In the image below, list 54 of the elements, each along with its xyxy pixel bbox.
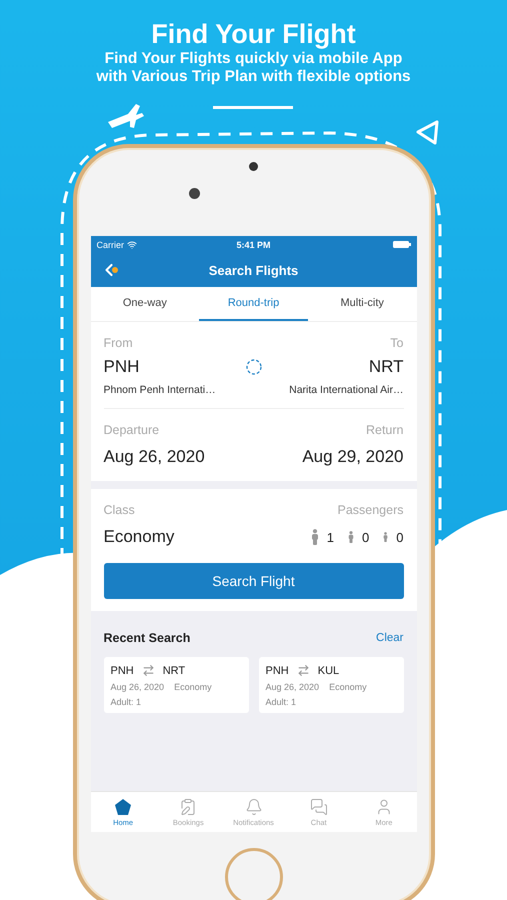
search-class: Economy [174, 682, 212, 692]
origin-code: PNH [110, 664, 134, 676]
search-date: Aug 26, 2020 [110, 682, 164, 692]
destination-code: NRT [162, 664, 186, 676]
promo-subtitle: Find Your Flights quickly via mobile App [104, 50, 402, 68]
search-passengers: Adult: 1 [110, 697, 142, 707]
search-flight-button[interactable]: Search Flight [104, 563, 404, 599]
destination-code: KUL [318, 664, 340, 676]
status-time: 5:41 PM [236, 240, 270, 250]
trip-tab[interactable]: Multi-city [308, 287, 417, 321]
passenger-count[interactable]: 0 [396, 530, 404, 544]
sensor-dot [188, 188, 200, 199]
passengers-label: Passengers [337, 503, 404, 517]
carrier-label: Carrier [96, 240, 124, 250]
passenger-count[interactable]: 1 [326, 530, 334, 544]
promo-title: Find Your Flight [151, 18, 356, 50]
search-class: Economy [329, 682, 367, 692]
return-label: Return [366, 423, 404, 437]
swap-arrows-icon [296, 664, 310, 677]
origin-code: PNH [266, 664, 289, 676]
departure-label: Departure [104, 423, 160, 437]
class-label: Class [104, 503, 135, 517]
chat-icon [310, 798, 328, 816]
camera-dot [249, 162, 258, 171]
from-airport: Phnom Penh Internati… [104, 384, 216, 396]
search-date: Aug 26, 2020 [266, 682, 320, 692]
swap-arrows-icon [142, 664, 155, 677]
infant-icon [383, 532, 388, 542]
clear-link[interactable]: Clear [376, 632, 404, 644]
home-icon [114, 798, 132, 816]
bookings-icon [179, 798, 198, 816]
promo-subtitle: with Various Trip Plan with flexible options [96, 68, 411, 86]
bell-icon [244, 798, 262, 816]
recent-search-card[interactable]: PNH KUL Aug 26, 2020 Economy Adult: 1 [258, 657, 404, 713]
departure-date[interactable]: Aug 26, 2020 [104, 447, 205, 467]
recent-search-card[interactable]: PNH NRT Aug 26, 2020 Economy Adult: 1 [104, 657, 248, 713]
screen-title: Search Flights [208, 262, 298, 278]
recent-search-title: Recent Search [104, 631, 190, 645]
adult-icon [310, 529, 319, 545]
child-icon [348, 531, 354, 543]
dot-icon [112, 267, 118, 273]
from-label: From [104, 336, 133, 350]
trip-tab[interactable]: One-way [90, 287, 200, 321]
wifi-icon [127, 240, 138, 250]
to-code[interactable]: NRT [368, 357, 404, 377]
search-passengers: Adult: 1 [266, 697, 298, 707]
swap-icon[interactable] [245, 358, 264, 376]
to-label: To [390, 336, 404, 350]
to-airport: Narita International Air… [289, 384, 404, 396]
battery-icon [392, 241, 410, 248]
class-value[interactable]: Economy [104, 527, 174, 547]
from-code[interactable]: PNH [104, 357, 140, 377]
return-date[interactable]: Aug 29, 2020 [302, 447, 404, 467]
passenger-count[interactable]: 0 [362, 530, 370, 544]
